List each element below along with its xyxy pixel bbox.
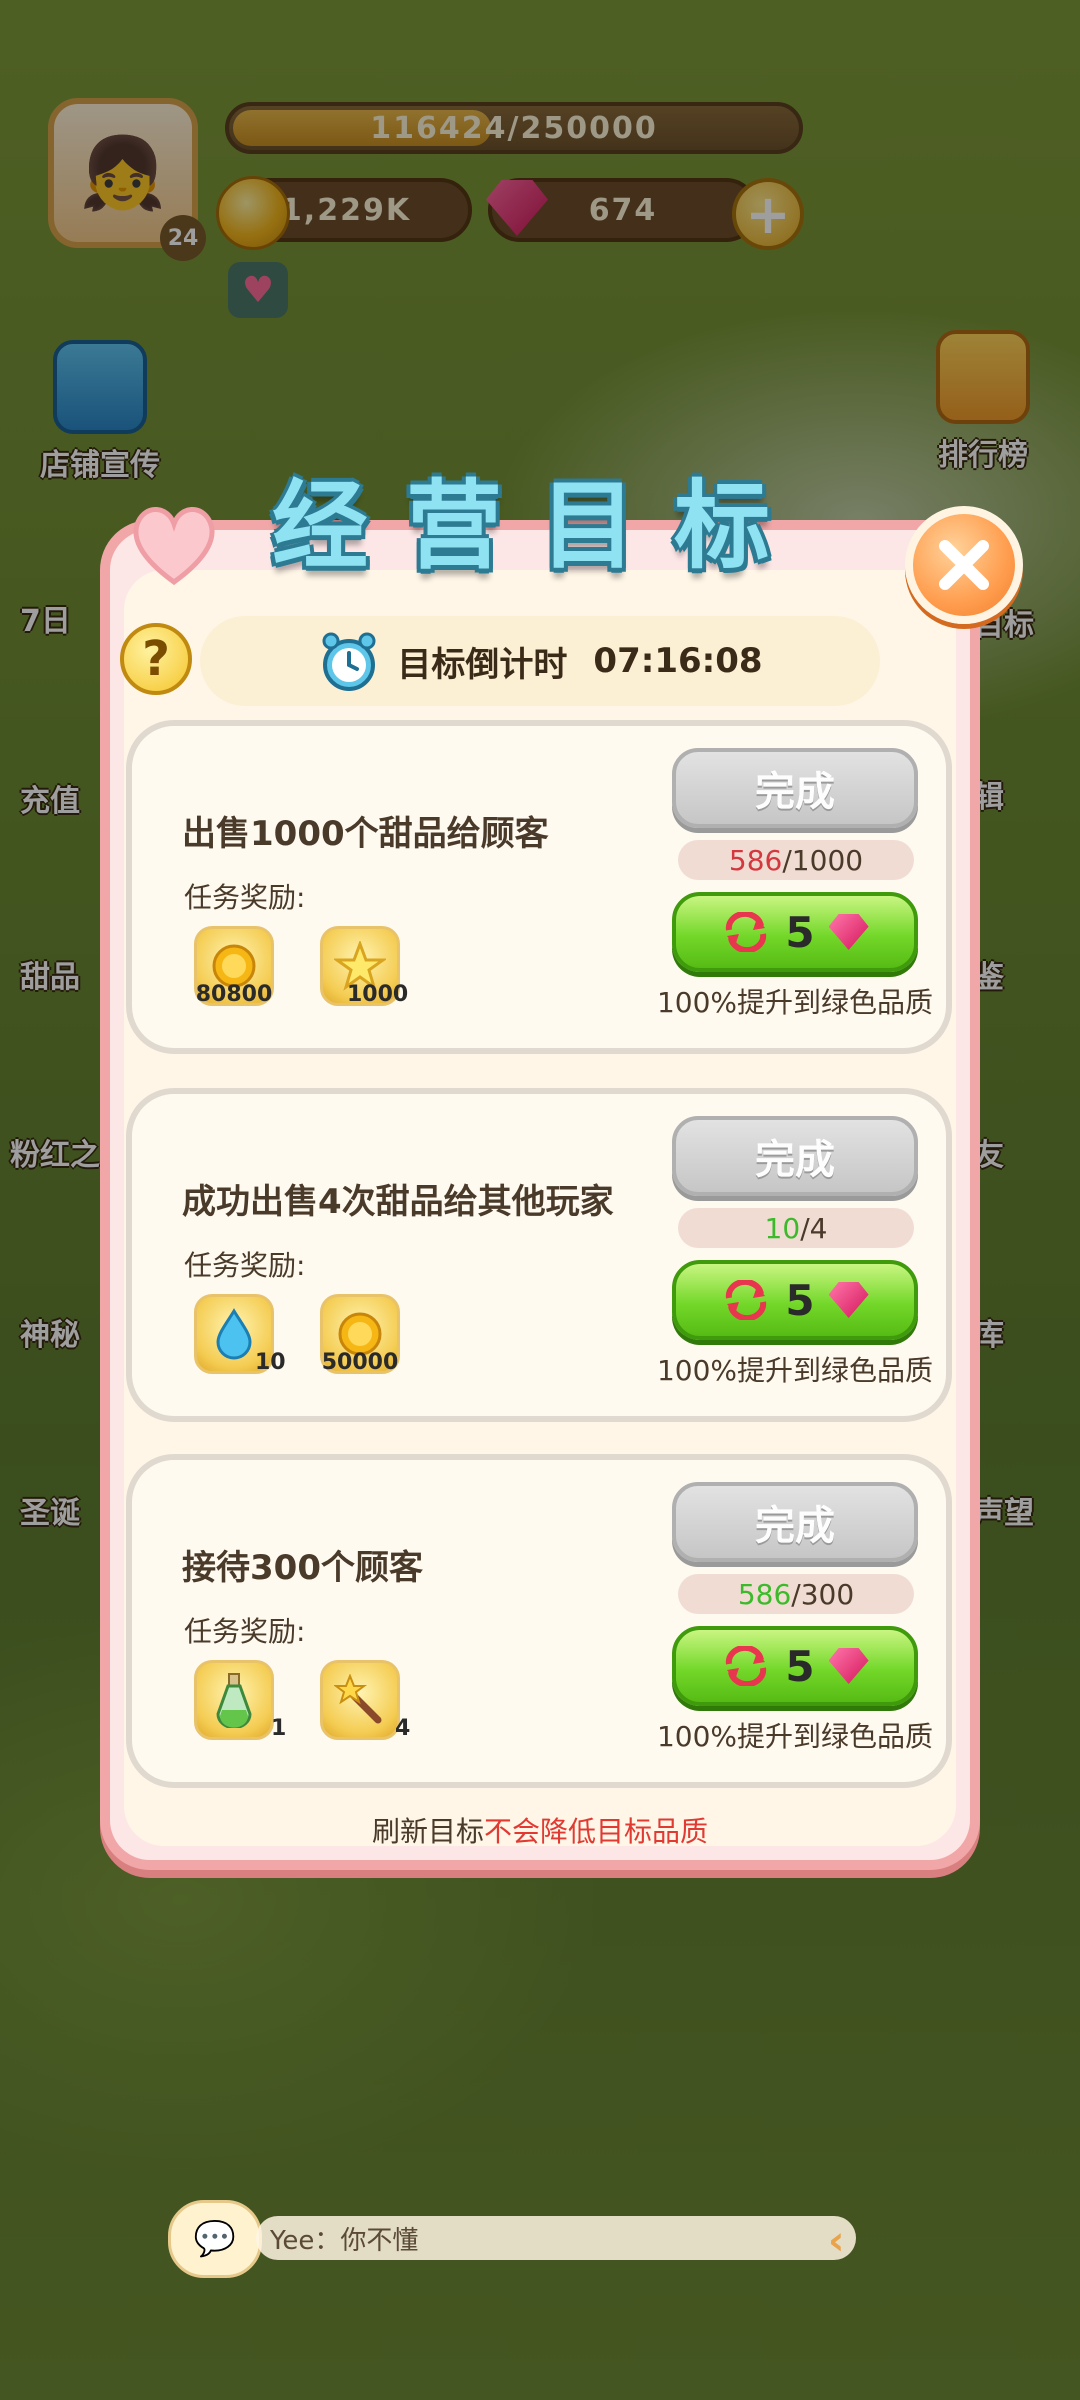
refresh-hint: 刷新目标不会降低目标品质: [0, 1810, 1080, 1850]
reward-item[interactable]: 1000: [320, 926, 408, 1007]
chat-message-bar[interactable]: Yee：你不懂: [256, 2216, 856, 2260]
reward-item[interactable]: 50000: [320, 1294, 400, 1375]
water-drop-icon: [216, 1308, 252, 1360]
chat-icon[interactable]: 💬: [168, 2200, 262, 2278]
reward-item[interactable]: 80800: [194, 926, 274, 1007]
pink-gem-icon: [828, 1648, 869, 1684]
task-progress: 586 /1000: [678, 840, 914, 880]
reward-item[interactable]: 4: [320, 1660, 410, 1741]
progress-total: /300: [791, 1577, 855, 1611]
task-title: 成功出售4次甜品给其他玩家: [182, 1182, 614, 1222]
timer-value: 07:16:08: [593, 641, 763, 681]
task-progress: 586 /300: [678, 1574, 914, 1614]
task-title: 出售1000个甜品给顾客: [182, 814, 549, 854]
refresh-cost: 5: [785, 1275, 815, 1325]
refresh-task-button[interactable]: 5: [672, 892, 918, 972]
task-card: 出售1000个甜品给顾客 任务奖励: 80800 1000 完成 586 /10…: [126, 720, 952, 1054]
potion-bottle-icon: [216, 1673, 252, 1728]
refresh-cost: 5: [785, 1641, 815, 1691]
upgrade-note: 100%提升到绿色品质: [656, 986, 934, 1019]
upgrade-note: 100%提升到绿色品质: [656, 1354, 934, 1387]
task-card: 接待300个顾客 任务奖励: 1 4 完成 586 /300 5 100%提升到…: [126, 1454, 952, 1788]
task-card: 成功出售4次甜品给其他玩家 任务奖励: 10 50000 完成 10 /4 5 …: [126, 1088, 952, 1422]
refresh-icon: [726, 912, 767, 952]
magic-wand-icon: [334, 1674, 382, 1724]
pink-gem-icon: [828, 914, 869, 950]
complete-button[interactable]: 完成: [672, 1116, 918, 1196]
countdown-timer: 目标倒计时 07:16:08: [200, 616, 880, 706]
refresh-icon: [726, 1646, 767, 1686]
refresh-task-button[interactable]: 5: [672, 1626, 918, 1706]
close-button[interactable]: [905, 506, 1023, 624]
refresh-icon: [726, 1280, 767, 1320]
refresh-cost: 5: [785, 907, 815, 957]
progress-current: 586: [737, 1577, 792, 1611]
reward-item[interactable]: 1: [194, 1660, 286, 1741]
pink-gem-icon: [828, 1282, 869, 1318]
timer-label: 目标倒计时: [397, 644, 568, 685]
task-title: 接待300个顾客: [182, 1548, 423, 1588]
complete-button[interactable]: 完成: [672, 1482, 918, 1562]
reward-quantity: 4: [395, 1716, 411, 1741]
reward-quantity: 10: [255, 1350, 286, 1375]
reward-label: 任务奖励:: [184, 881, 306, 914]
progress-total: /1000: [782, 843, 864, 877]
complete-button[interactable]: 完成: [672, 748, 918, 828]
reward-label: 任务奖励:: [184, 1615, 306, 1648]
reward-quantity: 50000: [321, 1350, 399, 1375]
reward-quantity: 1000: [347, 982, 409, 1007]
chevron-left-icon[interactable]: ‹: [828, 2218, 844, 2264]
help-button[interactable]: ?: [120, 623, 192, 695]
reward-item[interactable]: 10: [194, 1294, 286, 1375]
alarm-clock-icon: [322, 632, 376, 691]
refresh-hint-highlight: 不会降低目标品质: [484, 1815, 709, 1848]
progress-total: /4: [800, 1211, 828, 1245]
reward-label: 任务奖励:: [184, 1249, 306, 1282]
upgrade-note: 100%提升到绿色品质: [656, 1720, 934, 1753]
reward-quantity: 1: [271, 1716, 287, 1741]
close-icon: [939, 540, 989, 590]
reward-quantity: 80800: [195, 982, 273, 1007]
progress-current: 586: [728, 843, 783, 877]
chat-message: Yee：你不懂: [270, 2225, 419, 2256]
refresh-task-button[interactable]: 5: [672, 1260, 918, 1340]
task-progress: 10 /4: [678, 1208, 914, 1248]
progress-current: 10: [764, 1211, 801, 1245]
refresh-hint-prefix: 刷新目标: [371, 1815, 484, 1848]
